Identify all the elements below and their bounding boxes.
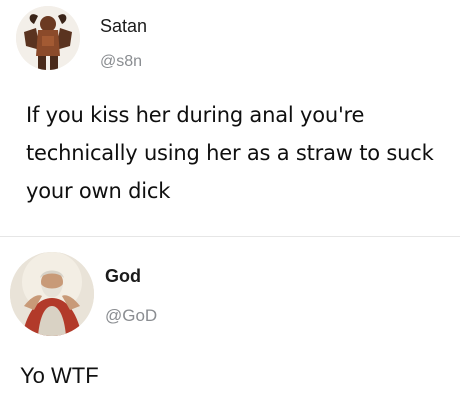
demon-figure-avatar-icon [16, 6, 80, 70]
satan-avatar[interactable] [16, 6, 80, 70]
author-name[interactable]: Satan [100, 16, 147, 37]
god-avatar[interactable] [10, 252, 94, 336]
tweet-text: Yo WTF [20, 363, 99, 388]
author-name[interactable]: God [105, 266, 141, 287]
tweet-text: If you kiss her during anal you're techn… [26, 103, 434, 203]
author-handle[interactable]: @s8n [100, 53, 142, 71]
author-handle[interactable]: @GoD [105, 306, 157, 326]
tweet-divider [0, 236, 460, 237]
bearded-god-avatar-icon [10, 252, 94, 336]
